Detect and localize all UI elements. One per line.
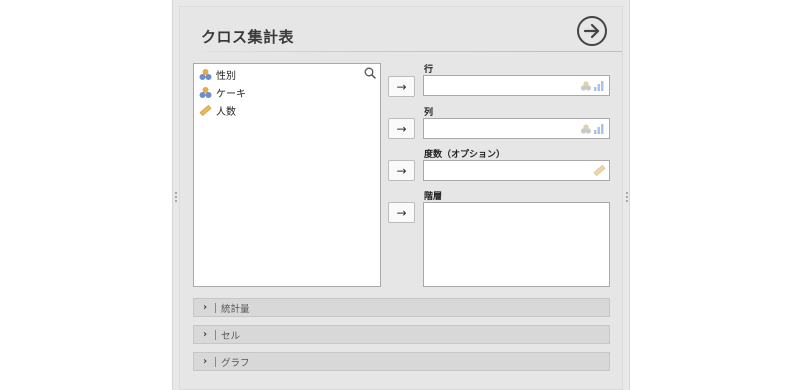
section-separator (215, 329, 216, 340)
move-to-layers-button[interactable]: → (388, 202, 415, 223)
variable-label: 人数 (216, 106, 236, 118)
chevron-right-icon: › (203, 329, 208, 340)
nominal-ordinal-hint-icon (581, 81, 604, 91)
right-resize-grip[interactable] (625, 192, 629, 204)
counts-label: 度数（オプション） (424, 150, 506, 160)
move-to-rows-button[interactable]: → (388, 76, 415, 97)
list-item[interactable]: 人数 (199, 102, 236, 118)
section-plots[interactable]: › グラフ (193, 352, 610, 371)
left-resize-grip[interactable] (174, 192, 178, 204)
layers-label: 階層 (424, 192, 443, 202)
section-separator (215, 302, 216, 313)
variable-label: 性別 (216, 70, 236, 82)
section-label: グラフ (221, 357, 250, 369)
move-to-counts-button[interactable]: → (388, 160, 415, 181)
continuous-ruler-icon (199, 104, 212, 116)
rows-label: 行 (424, 65, 434, 75)
list-item[interactable]: ケーキ (199, 84, 246, 100)
continuous-hint-icon (593, 165, 606, 176)
section-separator (215, 356, 216, 367)
list-item[interactable]: 性別 (199, 66, 236, 82)
variable-label: ケーキ (216, 88, 246, 100)
section-label: 統計量 (221, 303, 250, 315)
nominal-ordinal-hint-icon (581, 124, 604, 134)
variable-list[interactable]: 性別 ケーキ 人数 (193, 63, 381, 287)
counts-target-box[interactable] (423, 160, 610, 181)
chevron-right-icon: › (203, 302, 208, 313)
columns-label: 列 (424, 108, 434, 118)
analysis-title: クロス集計表 (201, 28, 295, 46)
section-cells[interactable]: › セル (193, 325, 610, 344)
arrow-circle-right-icon[interactable] (576, 15, 608, 47)
section-label: セル (221, 330, 241, 342)
columns-target-box[interactable] (423, 118, 610, 139)
move-to-columns-button[interactable]: → (388, 118, 415, 139)
nominal-icon (199, 86, 212, 98)
nominal-icon (199, 68, 212, 80)
section-statistics[interactable]: › 統計量 (193, 298, 610, 317)
chevron-right-icon: › (203, 356, 208, 367)
rows-target-box[interactable] (423, 75, 610, 96)
layers-target-box[interactable] (423, 202, 610, 287)
search-icon[interactable] (364, 67, 376, 79)
header-divider (180, 51, 622, 52)
